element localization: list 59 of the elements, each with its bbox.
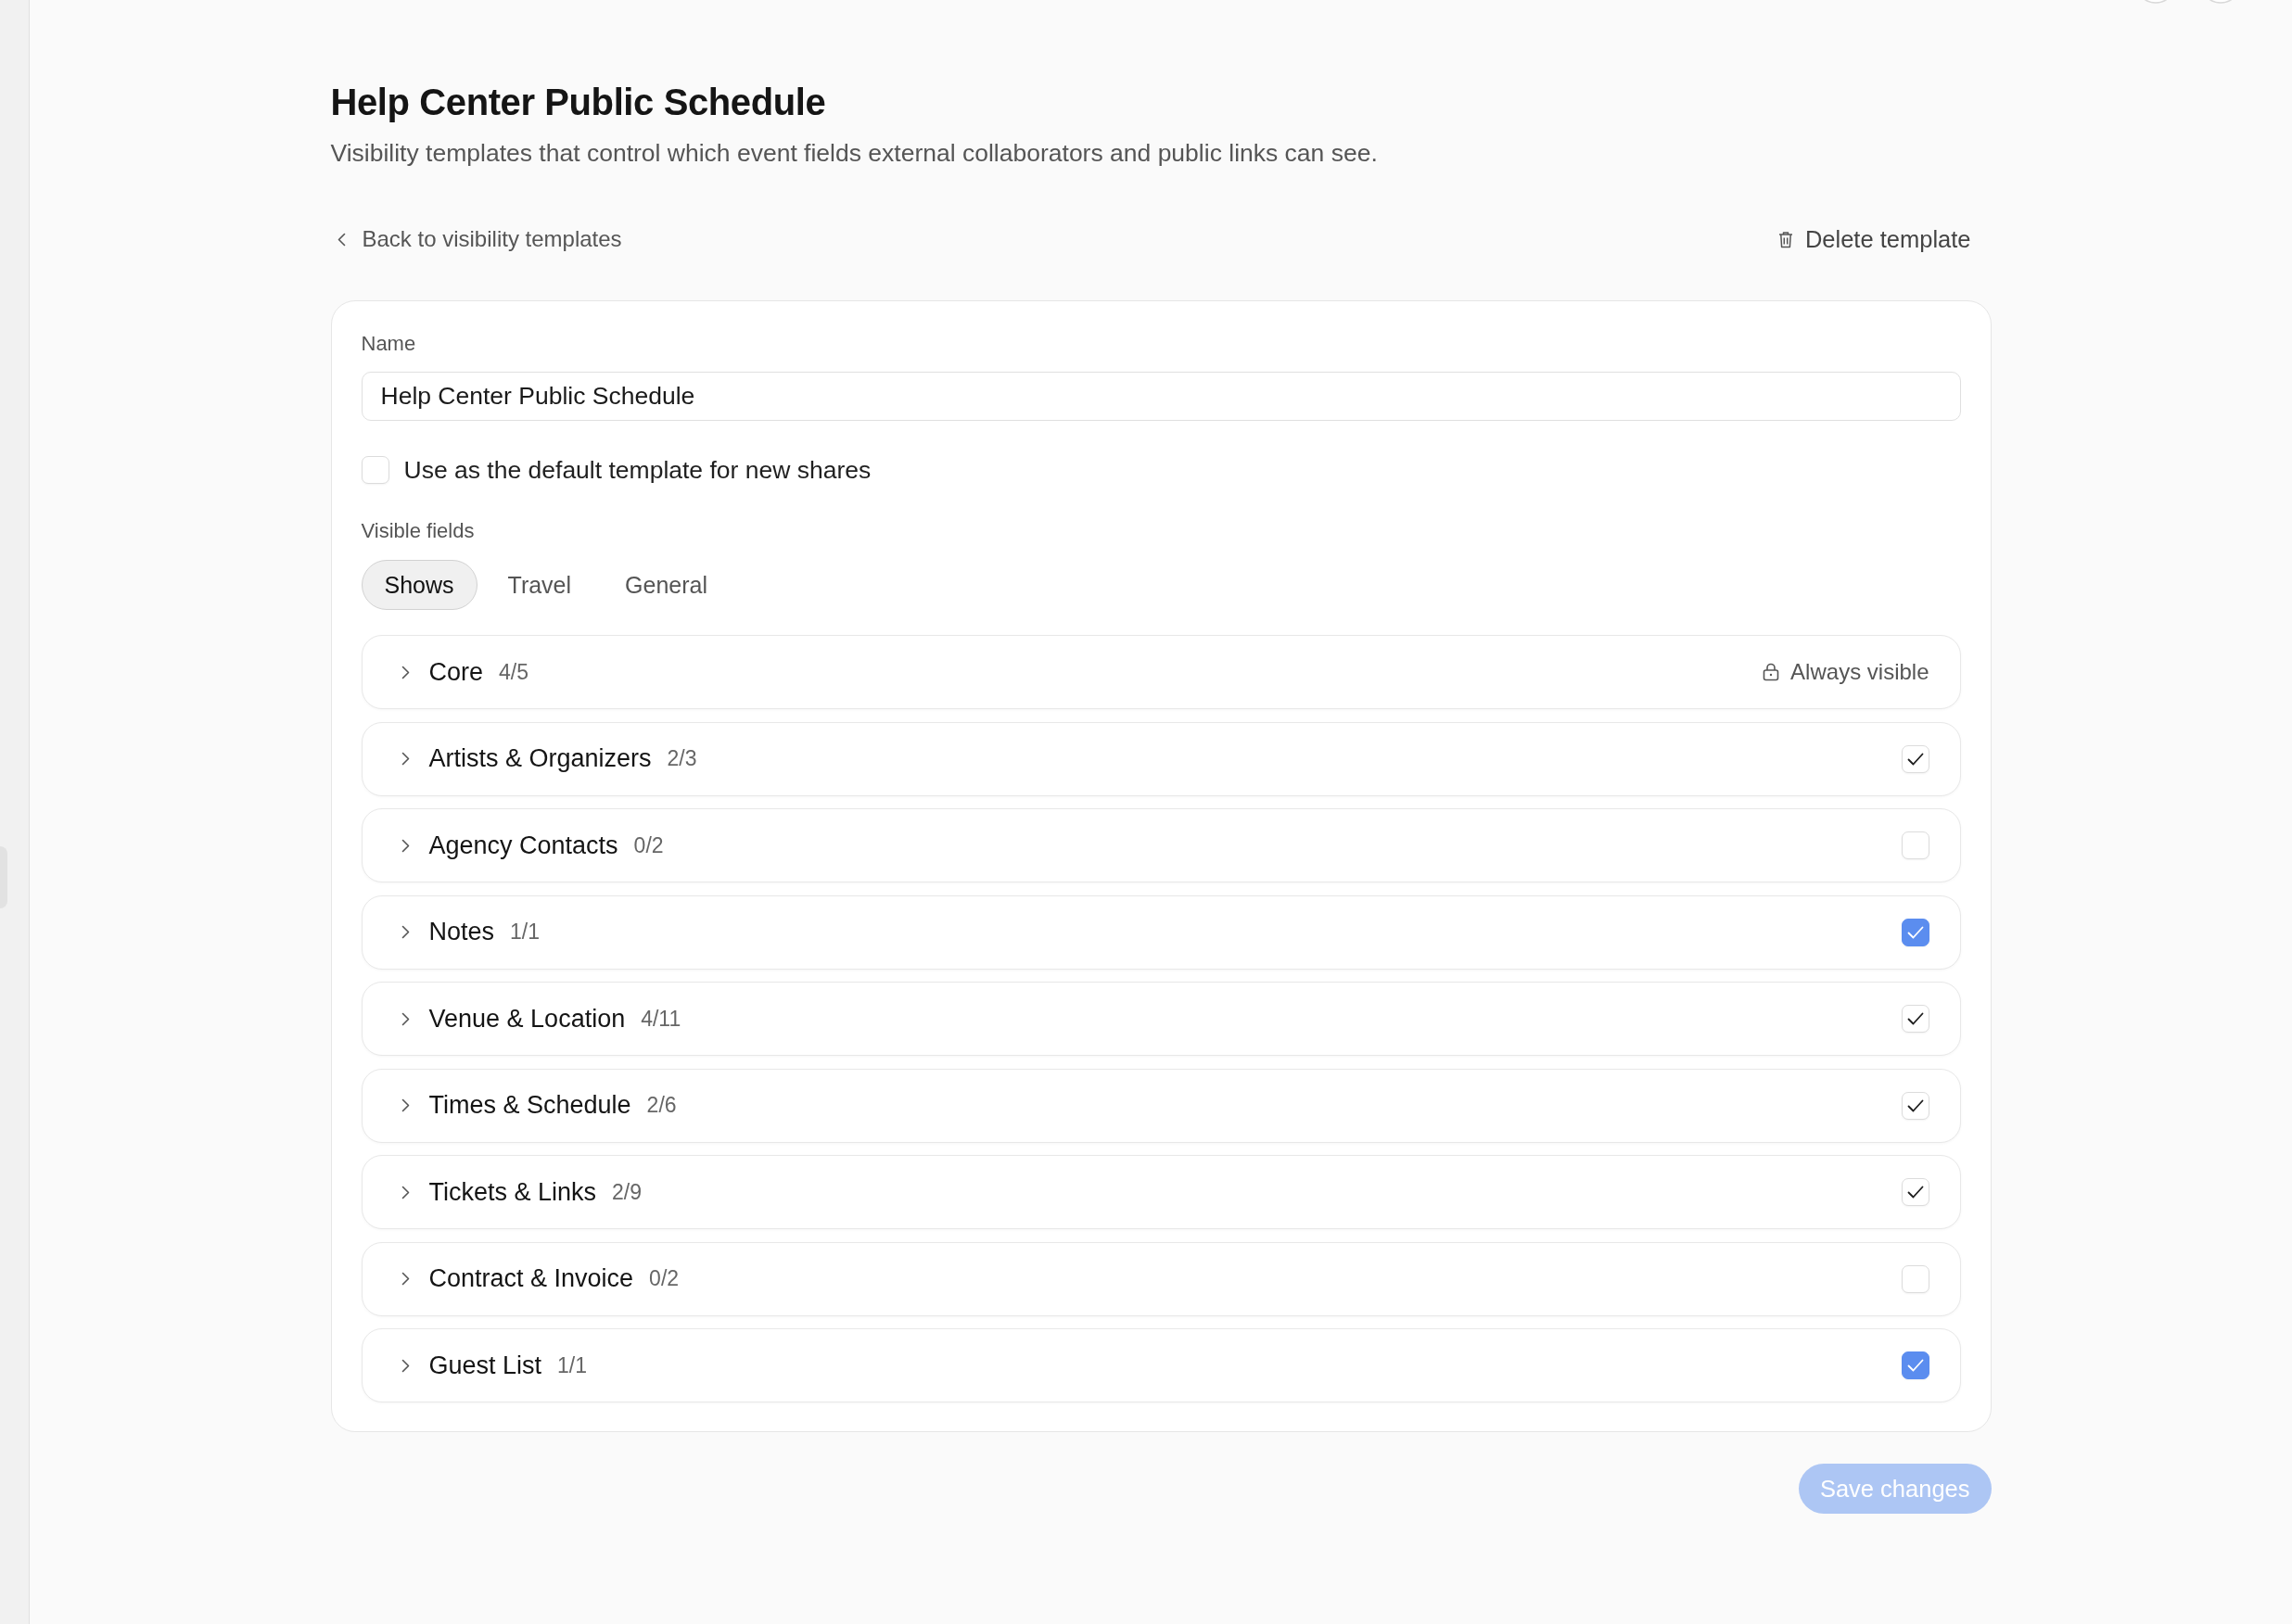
group-count: 0/2 (633, 832, 664, 858)
group-count: 4/11 (641, 1006, 681, 1032)
group-count: 2/3 (667, 746, 697, 771)
group-count: 2/6 (646, 1093, 677, 1118)
group-name: Contract & Invoice (428, 1264, 634, 1293)
chevron-right-icon (401, 1358, 410, 1373)
group-count: 0/2 (649, 1266, 680, 1291)
chevron-right-icon (401, 665, 410, 679)
back-link[interactable]: Back to visibility templates (330, 226, 622, 252)
group-count: 2/9 (612, 1179, 643, 1205)
page-description: Visibility templates that control which event fields external collaborators and public links can see. (330, 138, 1378, 169)
check-icon (1906, 1012, 1924, 1025)
category-tab[interactable]: General (602, 560, 732, 610)
field-group-row[interactable]: Agency Contacts 0/2 (361, 808, 1961, 882)
chevron-right-icon (401, 1011, 410, 1026)
check-icon (1906, 752, 1924, 766)
group-name: Venue & Location (428, 1004, 626, 1034)
chevron-right-icon (401, 752, 410, 766)
field-group-row[interactable]: Venue & Location 4/11 (361, 982, 1961, 1056)
group-name: Notes (428, 918, 495, 946)
chevron-right-icon (401, 838, 410, 853)
group-count: 1/1 (510, 920, 541, 945)
field-group-row[interactable]: Core 4/5 Always visible (361, 635, 1961, 709)
chevron-right-icon (401, 925, 410, 939)
group-name: Artists & Organizers (428, 744, 652, 773)
check-icon (1906, 925, 1924, 939)
visible-fields-label: Visible fields (361, 518, 475, 544)
delete-template-button[interactable]: Delete template (1777, 225, 1971, 253)
name-label: Name (361, 331, 416, 357)
group-count: 4/5 (499, 659, 528, 685)
group-name: Times & Schedule (428, 1091, 631, 1120)
chevron-left-icon (337, 232, 346, 247)
always-visible-label: Always visible (1790, 659, 1929, 685)
check-icon (1906, 1098, 1924, 1112)
field-group-row[interactable]: Guest List 1/1 (361, 1328, 1961, 1402)
category-tab[interactable]: Travel (484, 560, 595, 610)
name-input[interactable]: Help Center Public Schedule (361, 372, 1961, 421)
lock-icon (1763, 663, 1780, 681)
check-icon (1906, 1186, 1924, 1199)
group-name: Agency Contacts (428, 831, 618, 860)
group-name: Core (428, 657, 484, 687)
chevron-right-icon (401, 1185, 410, 1199)
category-tab[interactable]: Shows (361, 560, 478, 610)
group-name: Guest List (428, 1351, 542, 1380)
chevron-right-icon (401, 1272, 410, 1286)
default-template-label: Use as the default template for new shares (403, 455, 872, 485)
group-count: 1/1 (557, 1352, 588, 1378)
group-name: Tickets & Links (428, 1177, 597, 1207)
chevron-right-icon (401, 1098, 410, 1112)
field-group-row[interactable]: Times & Schedule 2/6 (361, 1068, 1961, 1143)
checkbox[interactable] (1901, 918, 1929, 946)
field-group-row[interactable]: Notes 1/1 (361, 894, 1961, 970)
page-title: Help Center Public Schedule (330, 81, 826, 124)
field-group-row[interactable]: Tickets & Links 2/9 (361, 1155, 1961, 1229)
check-icon (1906, 1359, 1924, 1372)
checkbox[interactable] (1901, 1351, 1929, 1379)
trash-icon (1777, 230, 1793, 248)
field-group-row[interactable]: Contract & Invoice 0/2 (361, 1241, 1961, 1316)
field-group-row[interactable]: Artists & Organizers 2/3 (361, 721, 1961, 796)
